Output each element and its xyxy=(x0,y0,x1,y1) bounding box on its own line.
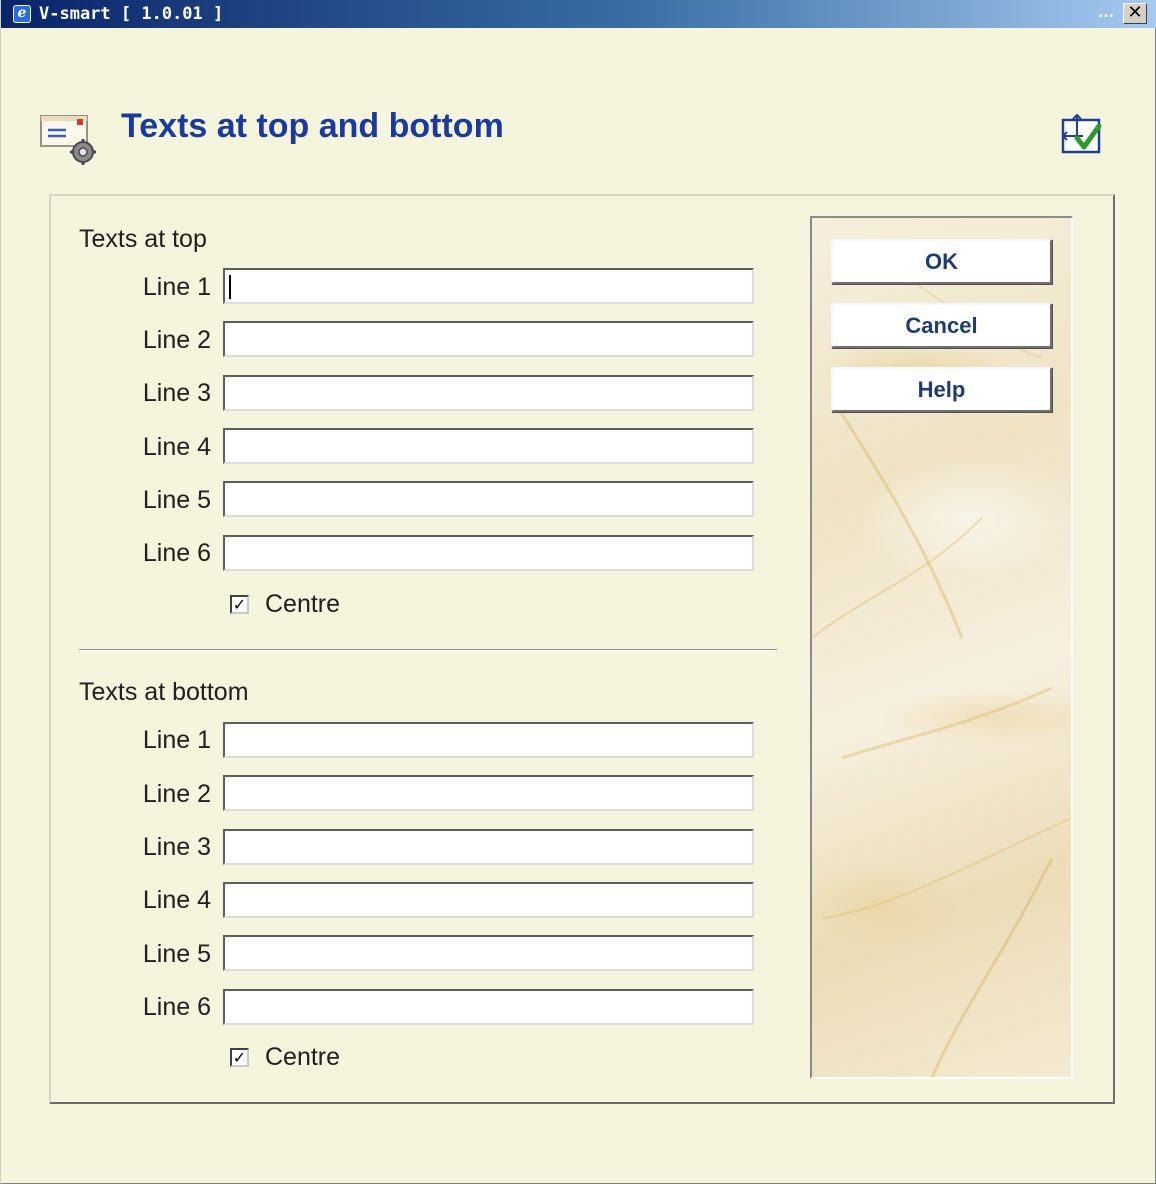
top-line-2-label: Line 2 xyxy=(142,326,211,354)
close-button[interactable]: ✕ xyxy=(1123,3,1147,24)
top-line-5-label: Line 5 xyxy=(142,486,211,514)
bottom-line-1-label: Line 1 xyxy=(142,726,211,754)
top-line-6-input[interactable] xyxy=(223,535,754,571)
internet-explorer-icon: e xyxy=(13,5,31,23)
bottom-line-5-label: Line 5 xyxy=(142,940,211,968)
bottom-line-1-input[interactable] xyxy=(223,722,754,758)
top-line-6-label: Line 6 xyxy=(142,539,211,567)
letter-settings-icon xyxy=(40,115,96,165)
top-line-1-label: Line 1 xyxy=(142,273,211,301)
top-centre-label[interactable]: Centre xyxy=(265,590,340,619)
bottom-line-4-input[interactable] xyxy=(223,882,754,918)
bottom-line-6-input[interactable] xyxy=(223,989,754,1025)
top-centre-checkbox[interactable]: ✓ xyxy=(230,595,249,614)
bottom-line-4-label: Line 4 xyxy=(142,886,211,914)
top-line-4-input[interactable] xyxy=(223,428,754,464)
window-title: V-smart [ 1.0.01 ] xyxy=(39,4,224,24)
help-button[interactable]: Help xyxy=(831,367,1052,412)
bottom-line-3-label: Line 3 xyxy=(142,833,211,861)
ok-button[interactable]: OK xyxy=(831,239,1052,284)
section-heading-bottom: Texts at bottom xyxy=(79,678,249,706)
section-divider xyxy=(79,649,777,651)
cancel-button[interactable]: Cancel xyxy=(831,303,1052,348)
bottom-line-3-input[interactable] xyxy=(223,829,754,865)
dialog-window: e V-smart [ 1.0.01 ] ... ✕ Texts at top … xyxy=(0,0,1156,1184)
close-icon: ✕ xyxy=(1127,2,1143,23)
bottom-centre-checkbox[interactable]: ✓ xyxy=(230,1048,249,1067)
top-line-3-input[interactable] xyxy=(223,375,754,411)
resize-check-icon[interactable] xyxy=(1059,114,1103,156)
title-bar[interactable]: e V-smart [ 1.0.01 ] ... ✕ xyxy=(1,0,1156,28)
bottom-centre-label[interactable]: Centre xyxy=(265,1043,340,1072)
bottom-line-2-input[interactable] xyxy=(223,775,754,811)
top-line-4-label: Line 4 xyxy=(142,433,211,461)
minimize-button[interactable]: ... xyxy=(1098,5,1114,21)
top-line-5-input[interactable] xyxy=(223,481,754,517)
bottom-line-6-label: Line 6 xyxy=(142,993,211,1021)
top-line-2-input[interactable] xyxy=(223,321,754,357)
section-heading-top: Texts at top xyxy=(79,225,207,253)
page-title: Texts at top and bottom xyxy=(121,107,504,145)
text-cursor xyxy=(229,275,231,299)
bottom-line-5-input[interactable] xyxy=(223,935,754,971)
bottom-line-2-label: Line 2 xyxy=(142,780,211,808)
top-line-3-label: Line 3 xyxy=(142,379,211,407)
top-line-1-input[interactable] xyxy=(223,268,754,304)
